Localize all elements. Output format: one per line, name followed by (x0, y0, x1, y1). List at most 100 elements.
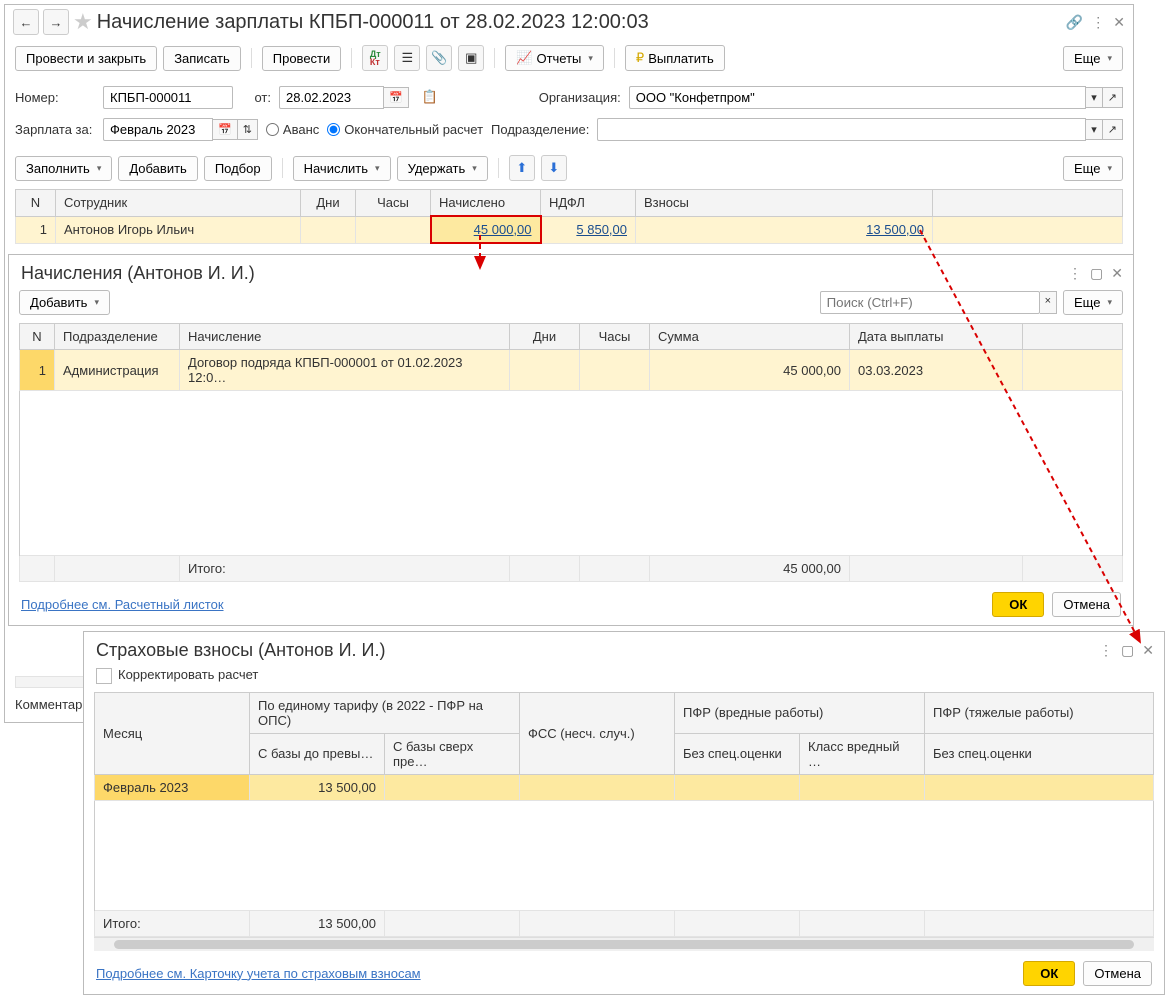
accr-th-n[interactable]: N (20, 324, 55, 350)
more-button-1[interactable]: Еще (1063, 46, 1123, 71)
move-up-icon[interactable]: ⬆ (509, 155, 535, 181)
org-label: Организация: (539, 90, 621, 105)
dept-label: Подразделение: (491, 122, 589, 137)
accr-cell-n: 1 (20, 350, 55, 391)
contrib-cancel-button[interactable]: Отмена (1083, 961, 1152, 986)
accr-search-input[interactable] (820, 291, 1040, 314)
close-icon[interactable]: ✕ (1113, 14, 1125, 31)
th-n[interactable]: N (16, 190, 56, 217)
accr-ok-button[interactable]: ОК (992, 592, 1044, 617)
th-ndfl[interactable]: НДФЛ (541, 190, 636, 217)
th-accrued[interactable]: Начислено (431, 190, 541, 217)
period-cal-icon[interactable]: 📅 (213, 119, 238, 140)
post-and-close-button[interactable]: Провести и закрыть (15, 46, 157, 71)
accr-close-icon[interactable]: ✕ (1111, 265, 1123, 282)
number-label: Номер: (15, 90, 95, 105)
period-spin-icon[interactable]: ⇅ (238, 119, 258, 140)
ct-th-fss[interactable]: ФСС (несч. случ.) (520, 692, 675, 774)
favorite-star-icon[interactable]: ★ (73, 9, 93, 35)
accr-total-sum: 45 000,00 (650, 556, 850, 582)
th-days[interactable]: Дни (301, 190, 356, 217)
correct-checkbox[interactable]: Корректировать расчет (96, 667, 258, 682)
list-icon[interactable]: ☰ (394, 45, 420, 71)
accr-totals-row: Итого: 45 000,00 (20, 556, 1123, 582)
accr-th-paydate[interactable]: Дата выплаты (850, 324, 1023, 350)
th-contrib[interactable]: Взносы (636, 190, 933, 217)
ct-th-tariff[interactable]: По единому тарифу (в 2022 - ПФР на ОПС) (250, 692, 520, 733)
pick-button[interactable]: Подбор (204, 156, 272, 181)
withhold-button[interactable]: Удержать (397, 156, 488, 181)
save-button[interactable]: Записать (163, 46, 241, 71)
accr-max-icon[interactable]: ▢ (1090, 265, 1103, 282)
contrib-title: Страховые взносы (Антонов И. И.) (84, 632, 1089, 661)
accr-more-button[interactable]: Еще (1063, 290, 1123, 315)
ct-th-pfr-harm[interactable]: ПФР (вредные работы) (675, 692, 925, 733)
link-icon[interactable]: 🔗 (1066, 14, 1083, 31)
advance-radio[interactable]: Аванс (266, 122, 319, 137)
accr-th-sum[interactable]: Сумма (650, 324, 850, 350)
org-input[interactable] (629, 86, 1087, 109)
more-button-2[interactable]: Еще (1063, 156, 1123, 181)
accr-th-days[interactable]: Дни (510, 324, 580, 350)
number-input[interactable] (103, 86, 233, 109)
accr-add-button[interactable]: Добавить (19, 290, 110, 315)
contributions-table[interactable]: Месяц По единому тарифу (в 2022 - ПФР на… (94, 692, 1154, 937)
contrib-max-icon[interactable]: ▢ (1121, 642, 1134, 659)
add-row-button[interactable]: Добавить (118, 156, 197, 181)
employees-table[interactable]: N Сотрудник Дни Часы Начислено НДФЛ Взно… (15, 189, 1123, 244)
ct-th-class[interactable]: Класс вредный … (800, 733, 925, 774)
contrib-row[interactable]: Февраль 2023 13 500,00 (95, 774, 1154, 800)
ct-th-month[interactable]: Месяц (95, 692, 250, 774)
reports-button[interactable]: 📈Отчеты (505, 45, 604, 71)
contrib-ok-button[interactable]: ОК (1023, 961, 1075, 986)
ct-th-base-b[interactable]: С базы до превы… (250, 733, 385, 774)
move-down-icon[interactable]: ⬇ (541, 155, 567, 181)
accr-search-clear[interactable]: × (1040, 291, 1057, 314)
org-open-icon[interactable]: ↗ (1103, 87, 1123, 108)
pay-button[interactable]: ₽Выплатить (625, 45, 725, 71)
contrib-h-scrollbar[interactable] (94, 937, 1154, 951)
dtkt-icon[interactable]: ДтКт (362, 45, 388, 71)
ct-th-na1[interactable]: Без спец.оценки (675, 733, 800, 774)
accr-cell-accr: Договор подряда КПБП-000001 от 01.02.202… (180, 350, 510, 391)
accr-more-icon[interactable]: ⋮ (1068, 265, 1082, 282)
employee-row[interactable]: 1 Антонов Игорь Ильич 45 000,00 5 850,00… (16, 216, 1123, 243)
post-button[interactable]: Провести (262, 46, 342, 71)
accr-th-accrual[interactable]: Начисление (180, 324, 510, 350)
payslip-link[interactable]: Подробнее см. Расчетный листок (21, 597, 224, 612)
contrib-card-link[interactable]: Подробнее см. Карточку учета по страховы… (96, 966, 421, 981)
dept-dropdown-icon[interactable]: ▾ (1086, 119, 1103, 140)
nav-forward-button[interactable]: → (43, 9, 69, 35)
ct-th-pfr-heavy[interactable]: ПФР (тяжелые работы) (925, 692, 1154, 733)
accr-th-dept[interactable]: Подразделение (55, 324, 180, 350)
more-vert-icon[interactable]: ⋮ (1091, 14, 1105, 31)
ct-cell-month: Февраль 2023 (95, 774, 250, 800)
accr-cancel-button[interactable]: Отмена (1052, 592, 1121, 617)
final-radio[interactable]: Окончательный расчет (327, 122, 483, 137)
th-hours[interactable]: Часы (356, 190, 431, 217)
org-dropdown-icon[interactable]: ▾ (1086, 87, 1103, 108)
cell-ndfl[interactable]: 5 850,00 (541, 216, 636, 243)
nav-back-button[interactable]: ← (13, 9, 39, 35)
contrib-close-icon[interactable]: ✕ (1142, 642, 1154, 659)
accruals-table[interactable]: N Подразделение Начисление Дни Часы Сумм… (19, 323, 1123, 582)
cell-contrib[interactable]: 13 500,00 (636, 216, 933, 243)
fill-button[interactable]: Заполнить (15, 156, 112, 181)
ct-th-na2[interactable]: Без спец.оценки (925, 733, 1154, 774)
date-input[interactable] (279, 86, 384, 109)
accrue-button[interactable]: Начислить (293, 156, 391, 181)
period-input[interactable] (103, 118, 213, 141)
ct-th-base-a[interactable]: С базы сверх пре… (385, 733, 520, 774)
dept-open-icon[interactable]: ↗ (1103, 119, 1123, 140)
calendar-icon[interactable]: 📅 (384, 87, 409, 108)
accr-th-hours[interactable]: Часы (580, 324, 650, 350)
cell-accrued[interactable]: 45 000,00 (431, 216, 541, 243)
accrual-row[interactable]: 1 Администрация Договор подряда КПБП-000… (20, 350, 1123, 391)
attach-icon[interactable]: 📎 (426, 45, 452, 71)
cell-n: 1 (16, 216, 56, 243)
structure-icon[interactable]: ▣ (458, 45, 484, 71)
dept-input[interactable] (597, 118, 1086, 141)
date-helper-icon[interactable]: 📋 (417, 84, 443, 110)
th-employee[interactable]: Сотрудник (56, 190, 301, 217)
contrib-more-icon[interactable]: ⋮ (1099, 642, 1113, 659)
